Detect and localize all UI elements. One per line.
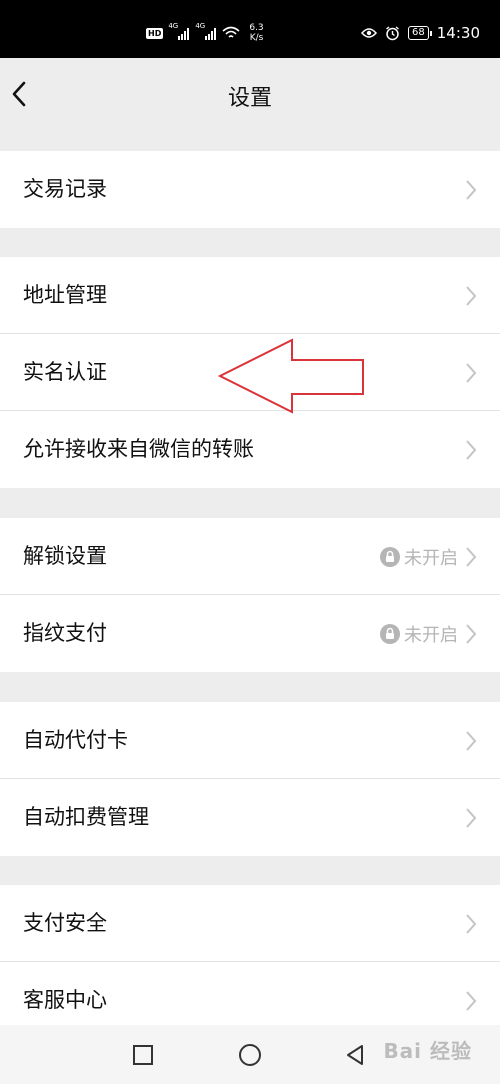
- network-speed: 6.3 K/s: [249, 23, 264, 43]
- battery-icon: 68: [408, 26, 432, 40]
- signal-icon: 4G: [168, 22, 190, 40]
- row-label: 支付安全: [23, 911, 107, 935]
- row-label: 指纹支付: [23, 621, 107, 645]
- hd-badge: HD: [146, 27, 164, 39]
- clock: 14:30: [436, 24, 480, 42]
- row-label: 解锁设置: [23, 544, 107, 568]
- row-label: 实名认证: [23, 360, 107, 384]
- watermark: Bai 经验: [383, 1039, 472, 1063]
- lock-icon: [380, 623, 400, 644]
- row-unlock-settings[interactable]: 解锁设置 未开启: [0, 518, 500, 595]
- chevron-right-icon: [466, 286, 477, 306]
- row-label: 交易记录: [23, 177, 107, 201]
- chevron-right-icon: [466, 991, 477, 1011]
- chevron-right-icon: [466, 440, 477, 460]
- row-label: 地址管理: [23, 283, 107, 307]
- circle-nav-icon[interactable]: [237, 1042, 263, 1068]
- annotation-arrow: [218, 338, 364, 414]
- page-title: 设置: [227, 86, 272, 111]
- row-wechat-transfer[interactable]: 允许接收来自微信的转账: [0, 411, 500, 488]
- wifi-icon: [222, 26, 240, 38]
- triangle-back-nav-icon[interactable]: [342, 1042, 368, 1068]
- status-text: 未开启: [404, 624, 458, 646]
- chevron-right-icon: [466, 731, 477, 751]
- chevron-right-icon: [466, 363, 477, 383]
- status-bar-right: 68 14:30: [361, 22, 480, 44]
- row-transaction-records[interactable]: 交易记录: [0, 151, 500, 228]
- row-address-management[interactable]: 地址管理: [0, 257, 500, 334]
- row-status-wrap: 未开启: [380, 595, 458, 672]
- row-status-wrap: 未开启: [380, 518, 458, 595]
- status-text: 未开启: [404, 547, 458, 569]
- row-auto-pay-card[interactable]: 自动代付卡: [0, 702, 500, 779]
- lock-icon: [380, 546, 400, 567]
- chevron-right-icon: [466, 180, 477, 200]
- eye-icon: [361, 28, 378, 38]
- row-label: 允许接收来自微信的转账: [23, 437, 254, 461]
- chevron-right-icon: [466, 808, 477, 828]
- row-payment-security[interactable]: 支付安全: [0, 885, 500, 962]
- header: 设置: [0, 58, 500, 130]
- chevron-right-icon: [466, 547, 477, 567]
- row-fingerprint-payment[interactable]: 指纹支付 未开启: [0, 595, 500, 672]
- signal-icon-2: 4G: [195, 22, 217, 40]
- chevron-right-icon: [466, 914, 477, 934]
- status-bar: HD 4G 4G 6.3 K/s 68 14:30: [0, 0, 500, 58]
- row-label: 自动扣费管理: [23, 805, 149, 829]
- row-label: 自动代付卡: [23, 728, 128, 752]
- chevron-right-icon: [466, 624, 477, 644]
- status-bar-left: HD 4G 4G 6.3 K/s: [146, 22, 264, 44]
- row-auto-deduction[interactable]: 自动扣费管理: [0, 779, 500, 856]
- square-nav-icon[interactable]: [130, 1042, 156, 1068]
- alarm-icon: [386, 25, 399, 40]
- nav-bar: Bai 经验: [0, 1025, 500, 1084]
